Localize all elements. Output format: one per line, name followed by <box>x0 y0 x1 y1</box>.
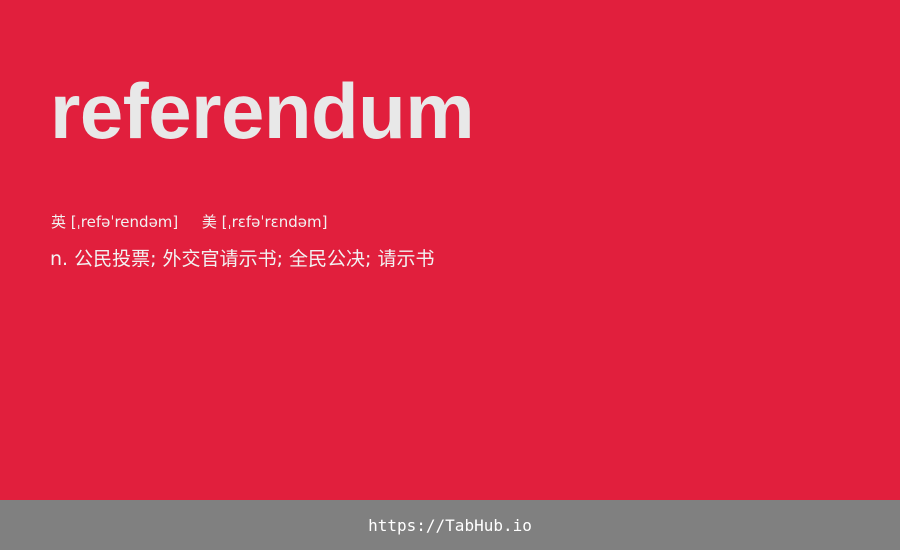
word-title: referendum <box>50 67 475 155</box>
us-phonetic: [ˌrɛfəˈrɛndəm] <box>221 213 328 231</box>
uk-phonetic-label: 英 <box>51 213 67 231</box>
footer-url-link[interactable]: https://TabHub.io <box>368 516 532 535</box>
footer-bar: https://TabHub.io <box>0 500 900 550</box>
uk-phonetic: [ˌrefəˈrendəm] <box>70 213 179 231</box>
us-phonetic-label: 美 <box>201 213 217 231</box>
definition-text: n. 公民投票; 外交官请示书; 全民公决; 请示书 <box>50 248 435 270</box>
phonetics-row: 英 [ˌrefəˈrendəm] 美 [ˌrɛfəˈrɛndəm] <box>51 212 328 232</box>
word-card: referendum 英 [ˌrefəˈrendəm] 美 [ˌrɛfəˈrɛn… <box>0 0 900 500</box>
